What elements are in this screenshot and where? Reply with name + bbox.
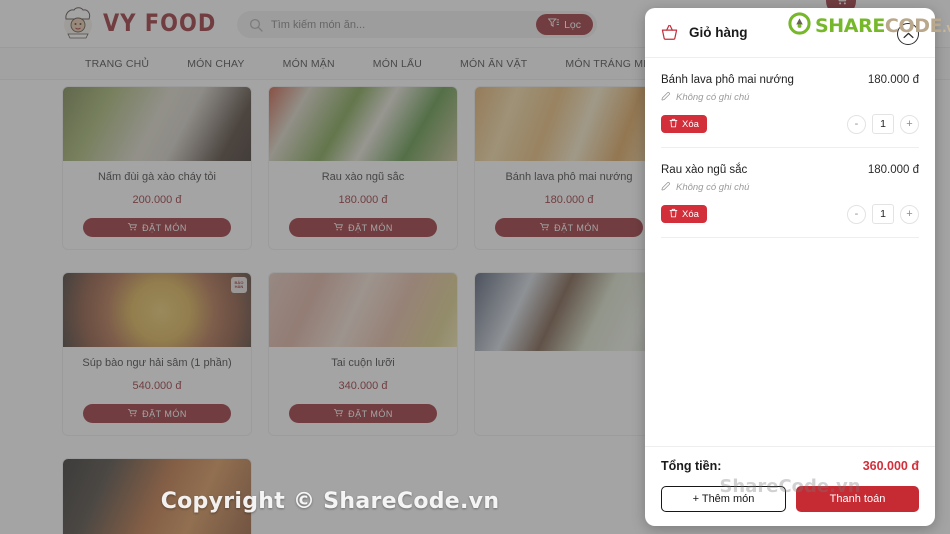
cart-item: Bánh lava phô mai nướng 180.000 đ Không … xyxy=(661,58,919,148)
chevron-up-icon xyxy=(902,27,914,42)
quantity-value[interactable]: 1 xyxy=(872,114,894,134)
cart-item-price: 180.000 đ xyxy=(867,74,919,86)
cart-total-label: Tổng tiền: xyxy=(661,459,722,473)
cart-item-delete-button[interactable]: Xóa xyxy=(661,115,707,133)
cart-header: Giỏ hàng xyxy=(645,8,935,58)
cart-item-top: Bánh lava phô mai nướng 180.000 đ xyxy=(661,74,919,86)
quantity-decrement-button[interactable]: - xyxy=(847,204,866,224)
cart-footer: Tổng tiền: 360.000 đ ShareCode.vn + Thêm… xyxy=(645,446,935,526)
cart-collapse-button[interactable] xyxy=(897,23,919,45)
cart-total-value: 360.000 đ xyxy=(862,459,919,473)
quantity-decrement-button[interactable]: - xyxy=(847,114,866,134)
cart-panel: Giỏ hàng Bánh lava phô mai nướng 180.000… xyxy=(645,8,935,526)
trash-icon xyxy=(669,118,678,131)
cart-item-delete-label: Xóa xyxy=(682,208,699,220)
cart-item-controls: Xóa - 1 + xyxy=(661,204,919,224)
cart-item-delete-label: Xóa xyxy=(682,118,699,130)
quantity-stepper: - 1 + xyxy=(847,204,919,224)
cart-footer-buttons: + Thêm món Thanh toán xyxy=(661,486,919,512)
pencil-icon xyxy=(661,181,671,194)
cart-total-row: Tổng tiền: 360.000 đ xyxy=(661,459,919,473)
cart-item-delete-button[interactable]: Xóa xyxy=(661,205,707,223)
cart-item-name: Bánh lava phô mai nướng xyxy=(661,74,794,86)
app-root: VY FOOD xyxy=(0,0,950,534)
cart-item-price: 180.000 đ xyxy=(867,164,919,176)
cart-item-note-text: Không có ghi chú xyxy=(676,182,750,193)
cart-item-note[interactable]: Không có ghi chú xyxy=(661,181,919,194)
add-more-button[interactable]: + Thêm món xyxy=(661,486,786,512)
cart-item-controls: Xóa - 1 + xyxy=(661,114,919,134)
quantity-increment-button[interactable]: + xyxy=(900,204,919,224)
checkout-button[interactable]: Thanh toán xyxy=(796,486,919,512)
quantity-increment-button[interactable]: + xyxy=(900,114,919,134)
quantity-value[interactable]: 1 xyxy=(872,204,894,224)
trash-icon xyxy=(669,208,678,221)
cart-item-name: Rau xào ngũ sắc xyxy=(661,164,748,176)
cart-item-note-text: Không có ghi chú xyxy=(676,92,750,103)
pencil-icon xyxy=(661,91,671,104)
cart-item-note[interactable]: Không có ghi chú xyxy=(661,91,919,104)
cart-item-top: Rau xào ngũ sắc 180.000 đ xyxy=(661,164,919,176)
cart-title: Giỏ hàng xyxy=(689,25,748,40)
cart-item: Rau xào ngũ sắc 180.000 đ Không có ghi c… xyxy=(661,148,919,238)
quantity-stepper: - 1 + xyxy=(847,114,919,134)
basket-icon xyxy=(661,24,678,41)
cart-items-list[interactable]: Bánh lava phô mai nướng 180.000 đ Không … xyxy=(645,58,935,446)
